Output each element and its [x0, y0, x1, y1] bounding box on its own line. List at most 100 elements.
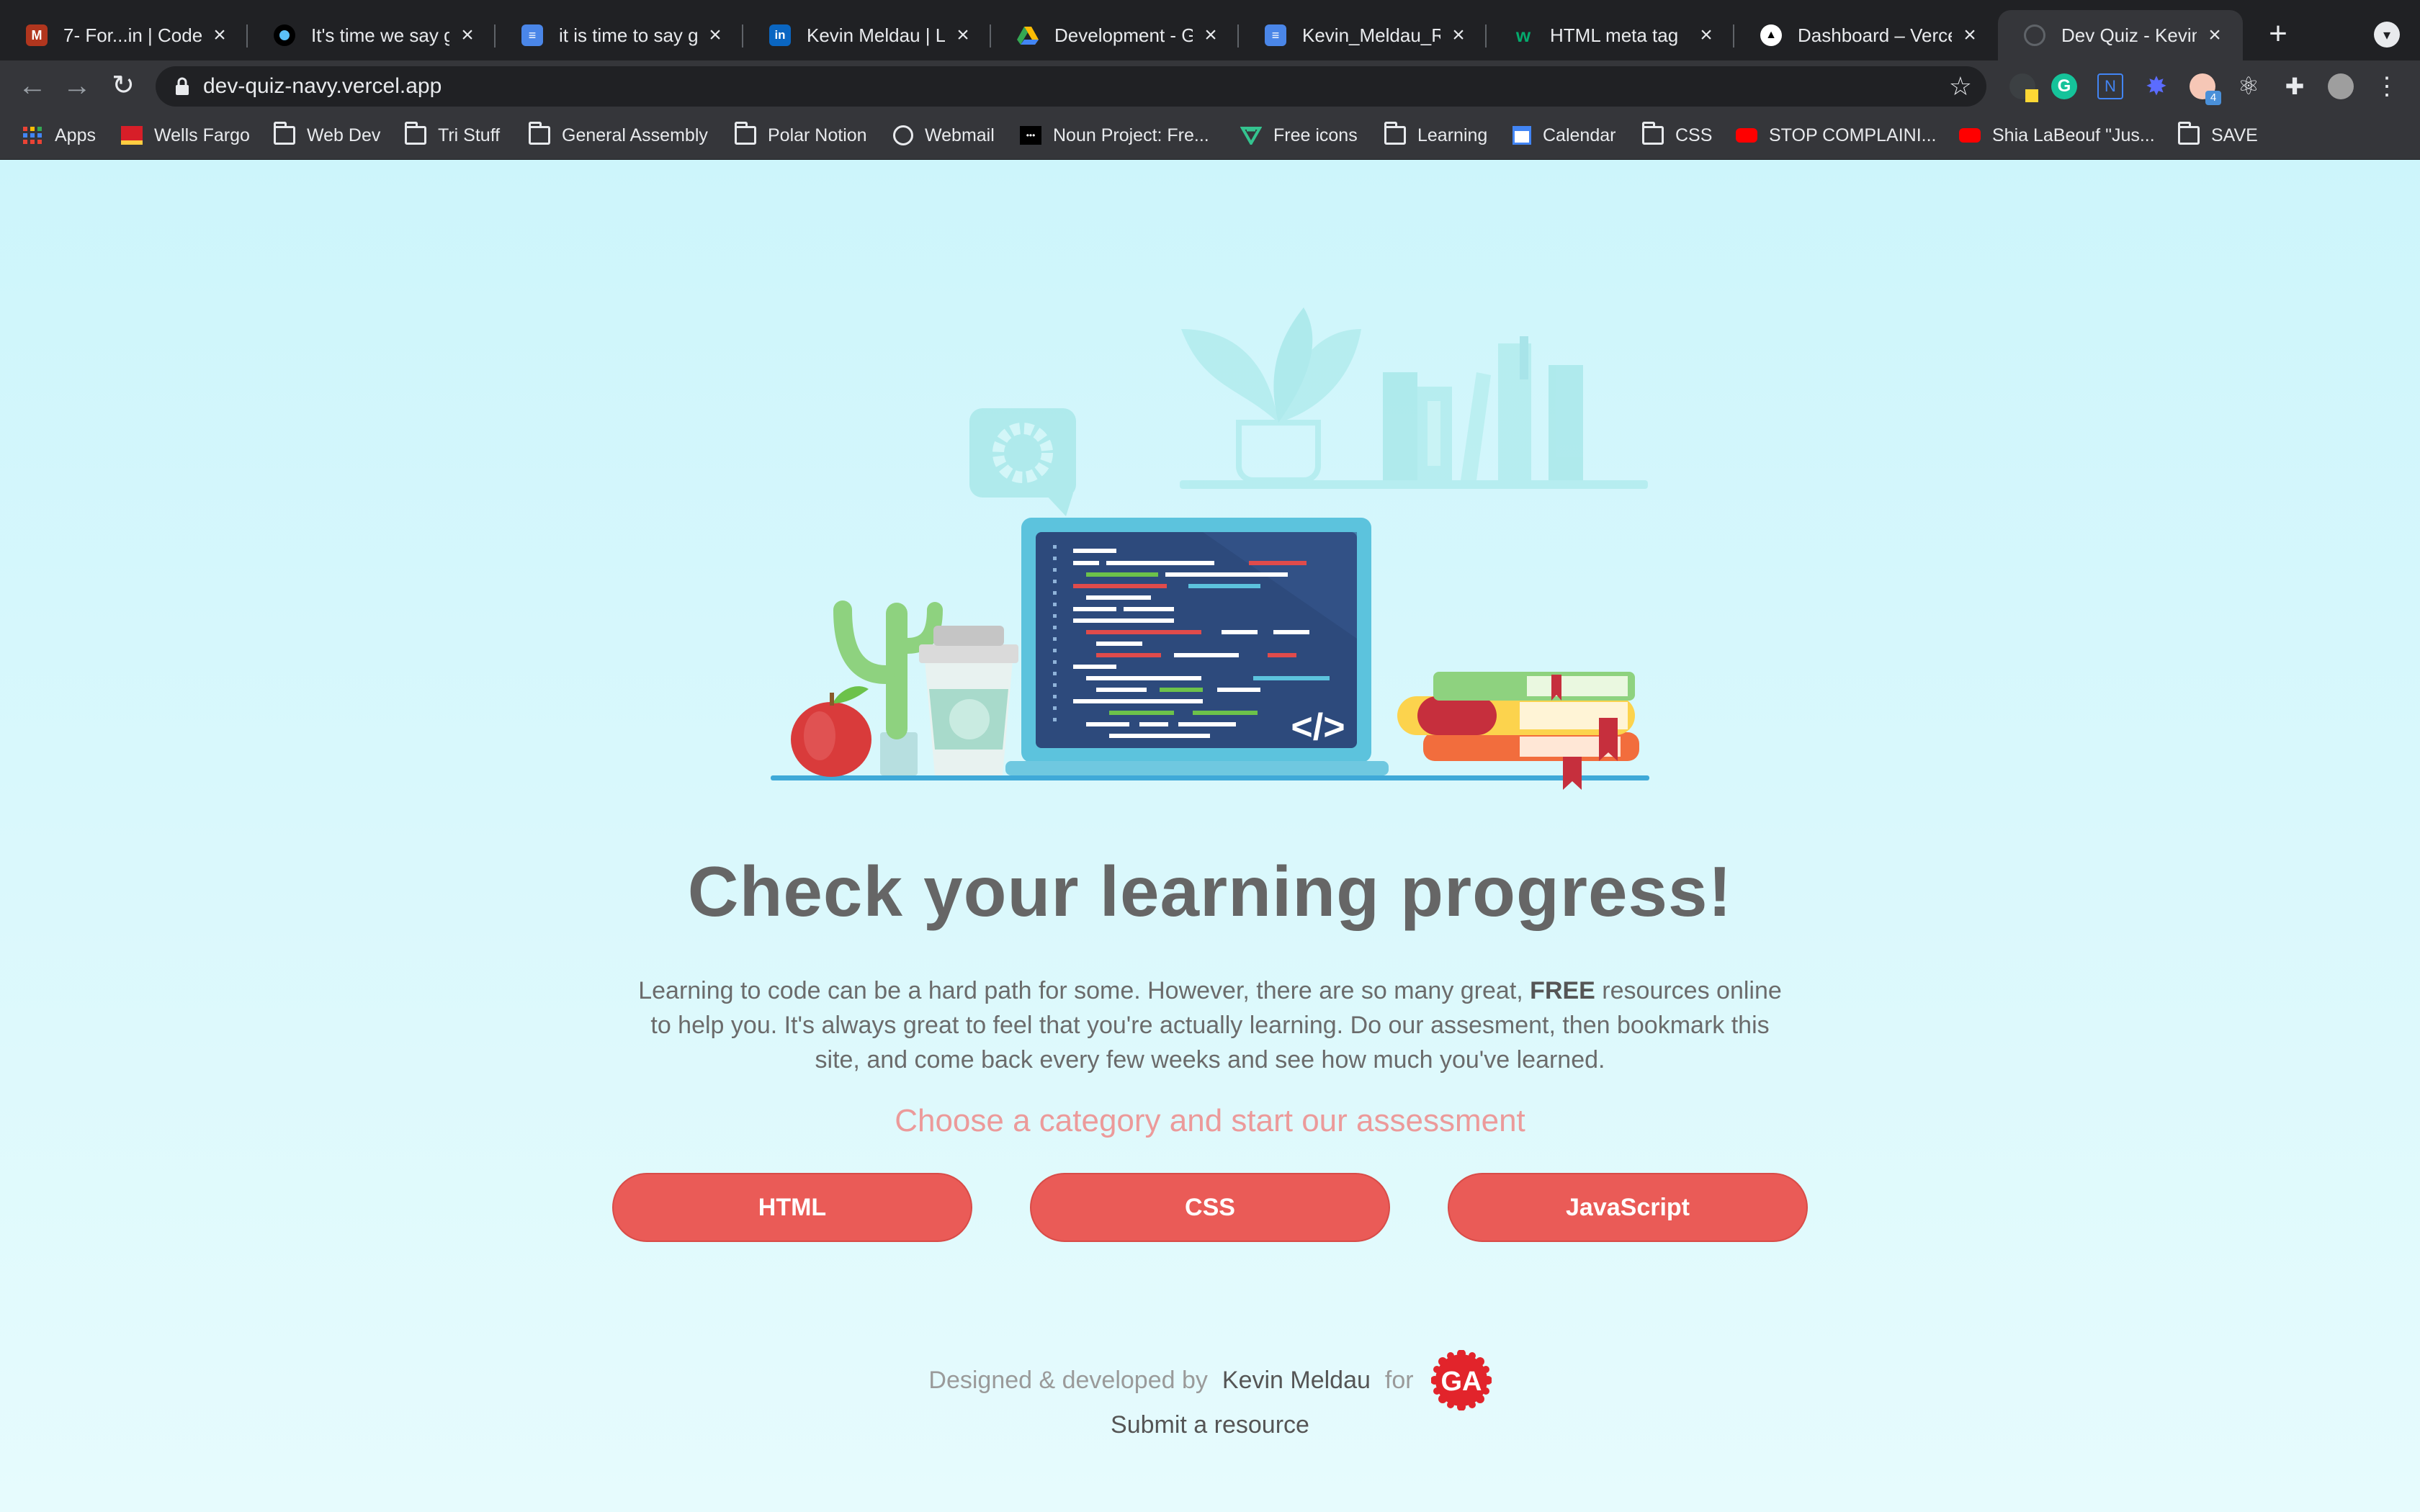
- bookmark-wells-fargo[interactable]: Wells Fargo: [121, 111, 250, 160]
- laptop-illustration: </>: [1005, 518, 1389, 775]
- coffee-cup-illustration: [919, 626, 1018, 775]
- close-icon[interactable]: ×: [1695, 23, 1717, 48]
- tab-dev-quiz[interactable]: Dev Quiz - Kevin M ×: [1998, 10, 2243, 60]
- intro-text: Learning to code can be a hard path for …: [638, 977, 1531, 1004]
- close-icon[interactable]: ×: [1448, 23, 1469, 48]
- bookmark-label: Apps: [55, 125, 96, 145]
- noun-project-icon: •••: [1020, 126, 1041, 145]
- bookmark-label: Free icons: [1273, 125, 1358, 145]
- address-bar[interactable]: dev-quiz-navy.vercel.app ☆: [156, 66, 1986, 107]
- tab-docs-say-goodbye[interactable]: ≡ it is time to say go ×: [496, 10, 743, 60]
- close-icon[interactable]: ×: [1959, 23, 1981, 48]
- tab-title: HTML meta tag: [1550, 24, 1679, 46]
- desk-line: [771, 775, 1649, 780]
- tab-title: it is time to say go: [559, 24, 697, 46]
- bookmark-calendar[interactable]: Calendar: [1512, 111, 1615, 160]
- css-category-button[interactable]: CSS: [1030, 1173, 1390, 1242]
- bookmark-label: STOP COMPLAINI...: [1769, 125, 1937, 145]
- calendar-icon: [1512, 126, 1531, 145]
- hero-illustration: </>: [771, 307, 1649, 790]
- bookmark-noun-project[interactable]: ••• Noun Project: Fre...: [1020, 111, 1209, 160]
- author-link[interactable]: Kevin Meldau: [1222, 1367, 1371, 1395]
- close-icon[interactable]: ×: [209, 23, 230, 48]
- designed-by-label: Designed & developed by: [928, 1366, 1208, 1394]
- bookmarks-bar: Apps Wells Fargo Web Dev Tri Stuff Gener…: [0, 111, 2420, 160]
- close-icon[interactable]: ×: [704, 23, 726, 48]
- intro-emphasis: FREE: [1530, 977, 1595, 1004]
- category-prompt: Choose a category and start our assessme…: [895, 1103, 1525, 1138]
- tab-search-icon[interactable]: ▾: [2374, 22, 2400, 48]
- youtube-icon: [1959, 128, 1981, 143]
- bookmark-stop-complaining[interactable]: STOP COMPLAINI...: [1736, 111, 1936, 160]
- globe-icon: [893, 125, 913, 145]
- free-icons-icon: [1240, 127, 1262, 145]
- grammarly-icon[interactable]: G: [2051, 73, 2077, 99]
- tab-html-meta[interactable]: w HTML meta tag ×: [1487, 10, 1734, 60]
- forward-icon[interactable]: →: [59, 68, 95, 104]
- tab-codewars[interactable]: M 7- For...in | Code w ×: [0, 10, 248, 60]
- bookmark-webmail[interactable]: Webmail: [893, 111, 995, 160]
- bookmark-save[interactable]: SAVE: [2178, 111, 2258, 160]
- new-tab-button[interactable]: +: [2260, 16, 2296, 52]
- folder-icon: [2178, 122, 2200, 145]
- bookmark-css[interactable]: CSS: [1642, 111, 1712, 160]
- tab-title: Kevin Meldau | Link: [807, 24, 945, 46]
- bookmark-tri-stuff[interactable]: Tri Stuff: [405, 111, 500, 160]
- bookmark-label: Shia LaBeouf "Jus...: [1992, 125, 2155, 145]
- close-icon[interactable]: ×: [2204, 23, 2226, 48]
- reload-icon[interactable]: ↻: [105, 68, 141, 104]
- intro-paragraph: Learning to code can be a hard path for …: [634, 973, 1786, 1077]
- javascript-category-button[interactable]: JavaScript: [1448, 1173, 1808, 1242]
- bookmark-general-assembly[interactable]: General Assembly: [529, 111, 708, 160]
- react-devtools-icon[interactable]: ⚛: [2236, 73, 2262, 99]
- w3-icon: w: [1515, 24, 1531, 46]
- bookmark-star-icon[interactable]: ☆: [1949, 66, 1972, 107]
- back-icon[interactable]: ←: [14, 68, 50, 104]
- more-menu-icon[interactable]: ⋮: [2374, 73, 2400, 99]
- bookmark-shia-labeouf[interactable]: Shia LaBeouf "Jus...: [1959, 111, 2155, 160]
- bookmark-web-dev[interactable]: Web Dev: [274, 111, 380, 160]
- ga-logo-text: GA: [1440, 1367, 1482, 1397]
- folder-icon: [1642, 122, 1664, 145]
- linkedin-icon: in: [769, 24, 791, 46]
- extensions-puzzle-icon[interactable]: ✚: [2282, 73, 2308, 99]
- profile-avatar[interactable]: [2328, 73, 2354, 99]
- colorzilla-icon[interactable]: 4: [2190, 73, 2221, 105]
- background-decor: [969, 307, 1648, 516]
- apps-grid-icon: [23, 127, 42, 144]
- close-icon[interactable]: ×: [1200, 23, 1222, 48]
- lock-icon: [176, 77, 189, 95]
- bookmark-free-icons[interactable]: Free icons: [1240, 111, 1358, 160]
- bookmark-learning[interactable]: Learning: [1384, 111, 1487, 160]
- bookmark-label: Web Dev: [307, 125, 381, 145]
- tab-time-to-say[interactable]: It's time we say go ×: [248, 10, 496, 60]
- close-icon[interactable]: ×: [952, 23, 974, 48]
- tab-title: Development - Goo: [1054, 24, 1193, 46]
- bookmark-label: Polar Notion: [768, 125, 867, 145]
- bookmark-label: Calendar: [1543, 125, 1616, 145]
- page-title: Check your learning progress!: [687, 852, 1733, 931]
- tab-resume-doc[interactable]: ≡ Kevin_Meldau_Res ×: [1239, 10, 1487, 60]
- bookmark-label: Wells Fargo: [154, 125, 250, 145]
- bookmark-polar-notion[interactable]: Polar Notion: [735, 111, 867, 160]
- notion-extension-icon[interactable]: N: [2097, 73, 2123, 99]
- tab-vercel-dashboard[interactable]: ▲ Dashboard – Verce ×: [1734, 10, 1998, 60]
- for-label: for: [1384, 1366, 1414, 1394]
- tab-google-drive[interactable]: Development - Goo ×: [991, 10, 1239, 60]
- general-assembly-logo[interactable]: GA: [1430, 1350, 1492, 1410]
- apple-illustration: [791, 686, 871, 777]
- tab-title: Dashboard – Verce: [1798, 24, 1952, 46]
- tab-linkedin[interactable]: in Kevin Meldau | Link ×: [743, 10, 991, 60]
- gear-extension-icon[interactable]: ✸: [2143, 73, 2169, 99]
- bookmark-apps[interactable]: Apps: [22, 111, 96, 160]
- html-category-button[interactable]: HTML: [612, 1173, 972, 1242]
- pen-extension-icon[interactable]: [2009, 73, 2038, 102]
- url-text: dev-quiz-navy.vercel.app: [203, 74, 442, 98]
- docs-icon: ≡: [1265, 24, 1286, 46]
- blue-dot-icon: [274, 24, 295, 46]
- page-content: </> Check your learning progress! Learni…: [0, 160, 2420, 1512]
- bookmark-label: General Assembly: [562, 125, 708, 145]
- youtube-icon: [1736, 128, 1757, 143]
- close-icon[interactable]: ×: [457, 23, 478, 48]
- submit-resource-link[interactable]: Submit a resource: [0, 1411, 2420, 1439]
